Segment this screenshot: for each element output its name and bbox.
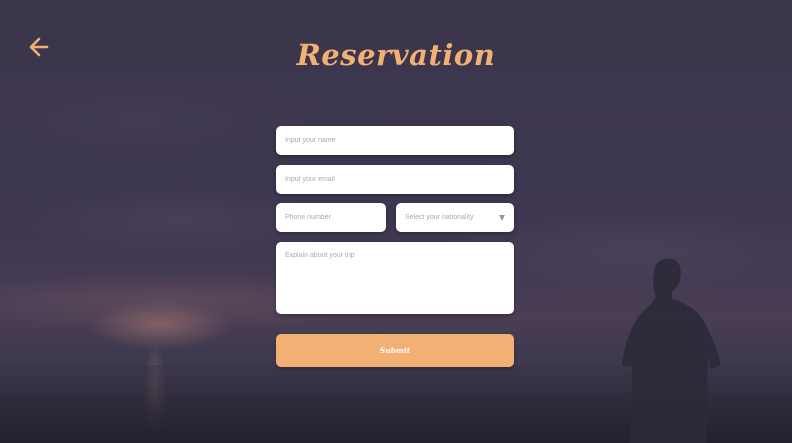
name-input[interactable] (276, 126, 514, 155)
nationality-select[interactable]: Select your nationality (396, 203, 514, 232)
triangle-down-icon (499, 214, 505, 221)
trip-description-textarea[interactable] (276, 242, 514, 314)
email-input[interactable] (276, 165, 514, 194)
submit-button[interactable]: Submit (276, 334, 514, 367)
phone-number-input[interactable] (276, 203, 386, 232)
page-title: Reservation (296, 38, 496, 72)
person-silhouette (622, 258, 720, 443)
nationality-select-label: Select your nationality (405, 214, 474, 221)
